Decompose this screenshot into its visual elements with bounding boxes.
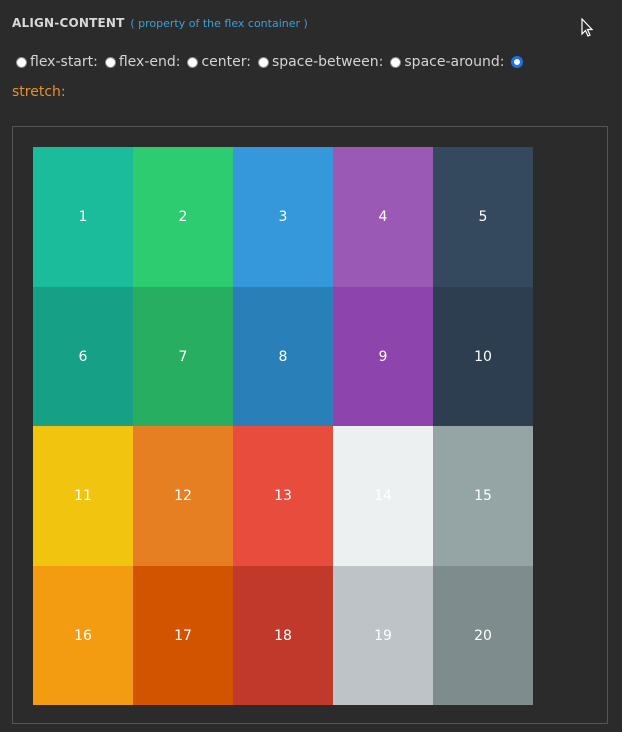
item-label: 17 <box>174 627 192 644</box>
flex-item: 4 <box>333 147 433 287</box>
option-label: center: <box>201 54 251 70</box>
header: ALIGN-CONTENT ( property of the flex con… <box>12 16 308 30</box>
radio-space-between[interactable] <box>258 56 269 68</box>
option-space-between[interactable]: space-between: <box>258 54 390 70</box>
item-label: 8 <box>278 348 288 365</box>
flex-item: 3 <box>233 147 333 287</box>
flex-item: 20 <box>433 566 533 705</box>
flex-item: 5 <box>433 147 533 287</box>
page-title: ALIGN-CONTENT <box>12 16 125 30</box>
mouse-cursor-icon <box>581 18 594 37</box>
item-label: 1 <box>78 209 88 225</box>
item-label: 3 <box>278 209 288 225</box>
item-label: 16 <box>74 627 92 644</box>
option-label: space-between: <box>272 54 384 70</box>
flex-item: 13 <box>233 426 333 566</box>
option-stretch[interactable] <box>511 55 526 68</box>
option-label: flex-start: <box>30 54 98 70</box>
option-flex-end[interactable]: flex-end: <box>104 54 188 70</box>
item-label: 18 <box>274 627 292 644</box>
item-label: 12 <box>174 488 192 504</box>
radio-flex-end[interactable] <box>104 56 116 68</box>
flex-item: 18 <box>233 566 333 705</box>
flex-item: 16 <box>33 566 133 705</box>
flex-item: 6 <box>33 287 133 426</box>
item-label: 15 <box>474 488 492 504</box>
flex-item: 1 <box>33 147 133 287</box>
item-label: 5 <box>478 209 488 225</box>
item-label: 14 <box>374 488 392 504</box>
flex-item: 7 <box>133 287 233 426</box>
option-space-around[interactable]: space-around: <box>390 54 511 70</box>
item-label: 10 <box>474 348 492 365</box>
item-label: 2 <box>178 209 188 225</box>
flex-item: 12 <box>133 426 233 566</box>
item-label: 9 <box>378 348 388 365</box>
item-label: 4 <box>378 209 388 225</box>
option-flex-start[interactable]: flex-start: <box>16 54 105 70</box>
flex-item: 17 <box>133 566 233 705</box>
option-label: space-around: <box>404 54 505 70</box>
item-label: 11 <box>74 488 92 504</box>
stretch-label: stretch: <box>12 84 66 100</box>
flex-item: 9 <box>333 287 433 426</box>
radio-flex-start[interactable] <box>16 56 27 68</box>
item-label: 6 <box>78 348 88 365</box>
item-label: 7 <box>178 348 188 365</box>
item-label: 19 <box>374 627 392 644</box>
flex-item: 19 <box>333 566 433 705</box>
flex-item: 10 <box>433 287 533 426</box>
flex-item: 15 <box>433 426 533 566</box>
flex-item: 11 <box>33 426 133 566</box>
flex-item: 8 <box>233 287 333 426</box>
option-label: flex-end: <box>118 54 181 70</box>
radio-space-around[interactable] <box>390 56 402 68</box>
align-content-options: flex-start: flex-end: center: space-betw… <box>16 54 526 72</box>
page-subtitle: ( property of the flex container ) <box>130 17 308 30</box>
item-label: 20 <box>474 627 492 644</box>
flex-item: 2 <box>133 147 233 287</box>
option-center[interactable]: center: <box>187 54 258 70</box>
radio-stretch[interactable] <box>511 55 524 68</box>
flex-grid: 1 2 3 4 5 6 7 8 9 10 11 12 13 14 15 16 1… <box>33 147 533 705</box>
radio-center[interactable] <box>187 56 199 68</box>
flex-item: 14 <box>333 426 433 566</box>
item-label: 13 <box>274 488 292 504</box>
